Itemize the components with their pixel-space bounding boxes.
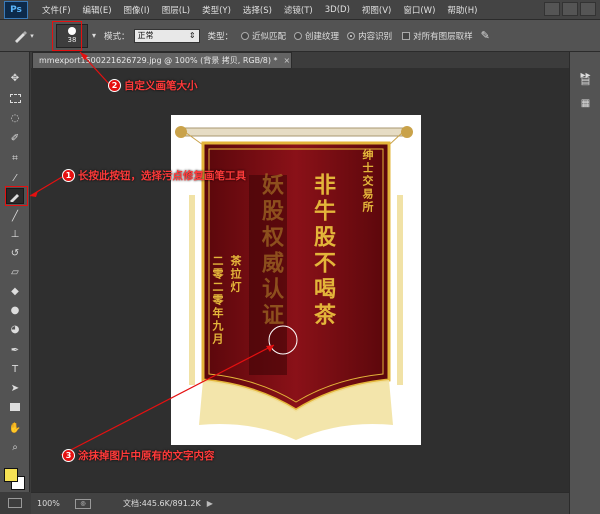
annotation-arrows [29, 51, 275, 456]
foreground-color-swatch[interactable] [4, 468, 18, 482]
annotation-step-3: 3 涂抹掉图片中原有的文字内容 [62, 448, 215, 463]
photoshop-window: Ps 文件(F) 编辑(E) 图像(I) 图层(L) 类型(Y) 选择(S) 滤… [0, 0, 600, 514]
step-1-text: 长按此按钮，选择污点修复画笔工具 [78, 170, 246, 182]
step-2-badge: 2 [108, 79, 121, 92]
annotation-step-2: 2 自定义画笔大小 [108, 78, 198, 93]
step-3-badge: 3 [62, 449, 75, 462]
annotation-step-1: 1 长按此按钮，选择污点修复画笔工具 [62, 168, 246, 183]
step-2-text: 自定义画笔大小 [124, 80, 198, 92]
step-1-badge: 1 [62, 169, 75, 182]
step-3-text: 涂抹掉图片中原有的文字内容 [78, 450, 215, 462]
